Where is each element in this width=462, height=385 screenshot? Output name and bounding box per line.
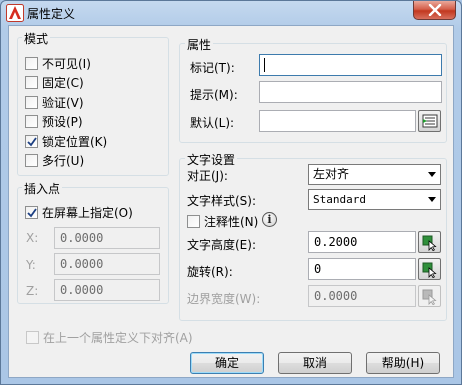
mode-group-title: 模式 [22, 30, 51, 47]
constant-checkbox[interactable]: 固定(C) [25, 74, 84, 91]
checkbox-box[interactable] [25, 135, 38, 148]
z-coordinate-field[interactable]: 0.0000 [54, 279, 160, 301]
default-label: 默认(L): [190, 116, 235, 130]
text-settings-group-title: 文字设置 [185, 151, 238, 168]
text-caret [264, 58, 265, 72]
pick-point-icon [422, 235, 437, 251]
insert-field-icon [422, 114, 438, 128]
checkbox-box[interactable] [25, 154, 38, 167]
specify-on-screen-label: 在屏幕上指定(O) [42, 206, 133, 220]
pick-point-icon [422, 289, 437, 305]
text-height-input[interactable]: 0.2000 [308, 231, 416, 253]
autocad-app-icon [6, 4, 24, 22]
default-input[interactable] [259, 110, 416, 132]
checkbox-box[interactable] [25, 206, 38, 219]
lock-position-checkbox[interactable]: 锁定位置(K) [25, 133, 107, 150]
text-height-label: 文字高度(E): [187, 238, 256, 252]
prompt-input[interactable] [259, 81, 442, 103]
x-label: X: [26, 231, 39, 245]
pick-point-icon [422, 262, 437, 278]
tag-label: 标记(T): [190, 61, 235, 75]
constant-label: 固定(C) [42, 76, 84, 90]
align-below-checkbox[interactable]: 在上一个属性定义下对齐(A) [26, 329, 193, 346]
invisible-label: 不可见(I) [42, 57, 91, 71]
lock-position-label: 锁定位置(K) [42, 135, 108, 149]
title-bar[interactable]: 属性定义 [1, 1, 461, 25]
help-button[interactable]: 帮助(H) [366, 352, 440, 374]
checkmark-icon [27, 208, 37, 218]
align-below-label: 在上一个属性定义下对齐(A) [43, 331, 193, 345]
insertion-point-group-title: 插入点 [22, 180, 63, 197]
verify-label: 验证(V) [42, 96, 84, 110]
y-label: Y: [26, 258, 36, 272]
checkbox-box[interactable] [25, 115, 38, 128]
rotation-input[interactable]: 0 [308, 258, 416, 280]
annotative-label: 注释性(N) [204, 215, 259, 229]
y-coordinate-field[interactable]: 0.0000 [54, 253, 160, 275]
info-icon[interactable]: i [262, 212, 277, 227]
justification-value: 左对齐 [313, 167, 350, 181]
invisible-checkbox[interactable]: 不可见(I) [25, 55, 91, 72]
chevron-down-icon [428, 172, 436, 177]
text-style-dropdown[interactable]: Standard [308, 189, 441, 210]
prompt-label: 提示(M): [190, 88, 238, 102]
verify-checkbox[interactable]: 验证(V) [25, 94, 84, 111]
chevron-down-icon [428, 197, 436, 202]
justification-dropdown[interactable]: 左对齐 [308, 164, 441, 185]
preset-label: 预设(P) [42, 115, 83, 129]
checkbox-box[interactable] [25, 57, 38, 70]
x-coordinate-field[interactable]: 0.0000 [54, 227, 160, 249]
checkbox-box[interactable] [26, 331, 39, 344]
close-button[interactable] [413, 1, 456, 20]
boundary-width-label: 边界宽度(W): [187, 292, 261, 306]
rotation-label: 旋转(R): [187, 265, 233, 279]
ok-button[interactable]: 确定 [190, 352, 264, 374]
justification-label: 对正(J): [187, 169, 228, 183]
z-label: Z: [26, 284, 39, 298]
close-icon [428, 4, 442, 16]
insert-field-button[interactable] [418, 110, 441, 132]
checkmark-icon [27, 137, 37, 147]
preset-checkbox[interactable]: 预设(P) [25, 113, 83, 130]
multiline-label: 多行(U) [42, 154, 85, 168]
text-style-value: Standard [313, 193, 366, 206]
dialog-window: 属性定义 模式 不可见(I) 固定(C) 验证(V) 预设(P) 锁定位置(K)… [0, 0, 462, 385]
multiline-checkbox[interactable]: 多行(U) [25, 152, 84, 169]
boundary-width-pick-button[interactable] [418, 285, 441, 307]
attribute-group-title: 属性 [185, 36, 214, 53]
specify-on-screen-checkbox[interactable]: 在屏幕上指定(O) [25, 204, 133, 221]
rotation-pick-button[interactable] [418, 258, 441, 280]
annotative-checkbox[interactable]: 注释性(N) [187, 213, 258, 230]
dialog-client-area: 模式 不可见(I) 固定(C) 验证(V) 预设(P) 锁定位置(K) 多行(U… [8, 25, 454, 378]
boundary-width-input[interactable]: 0.0000 [308, 285, 416, 307]
tag-input[interactable] [259, 54, 442, 76]
checkbox-box[interactable] [25, 96, 38, 109]
text-style-label: 文字样式(S): [187, 194, 257, 208]
checkbox-box[interactable] [25, 76, 38, 89]
cancel-button[interactable]: 取消 [278, 352, 352, 374]
checkbox-box[interactable] [187, 215, 200, 228]
window-title: 属性定义 [27, 7, 76, 21]
text-height-pick-button[interactable] [418, 231, 441, 253]
